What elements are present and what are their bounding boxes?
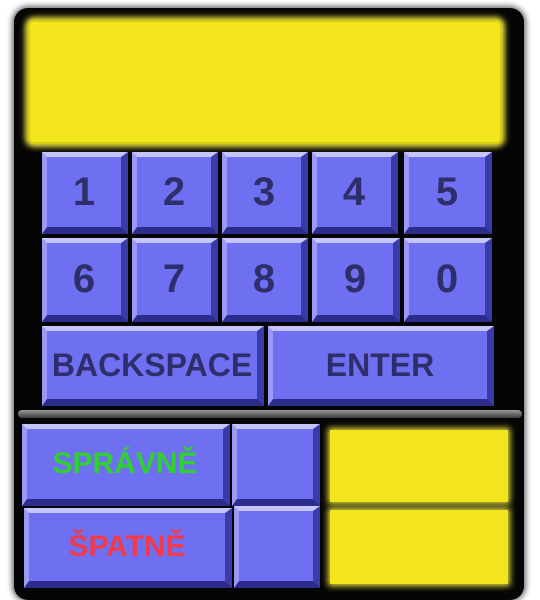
- answer-display: [28, 20, 502, 144]
- wrong-count-box: [330, 510, 508, 584]
- key-3[interactable]: 3: [222, 152, 308, 234]
- key-1[interactable]: 1: [42, 152, 128, 234]
- correct-indicator: [232, 424, 320, 506]
- enter-button[interactable]: ENTER: [268, 326, 494, 406]
- key-4[interactable]: 4: [312, 152, 398, 234]
- key-6[interactable]: 6: [42, 238, 128, 322]
- wrong-indicator: [234, 506, 320, 588]
- key-8[interactable]: 8: [222, 238, 308, 322]
- key-5[interactable]: 5: [404, 152, 492, 234]
- key-0[interactable]: 0: [404, 238, 492, 322]
- correct-label: SPRÁVNĚ: [22, 424, 230, 506]
- key-2[interactable]: 2: [132, 152, 218, 234]
- backspace-button[interactable]: BACKSPACE: [42, 326, 264, 406]
- key-9[interactable]: 9: [312, 238, 400, 322]
- divider: [18, 410, 522, 418]
- key-7[interactable]: 7: [132, 238, 218, 322]
- correct-count-box: [330, 430, 508, 502]
- wrong-label: ŠPATNĚ: [24, 508, 232, 588]
